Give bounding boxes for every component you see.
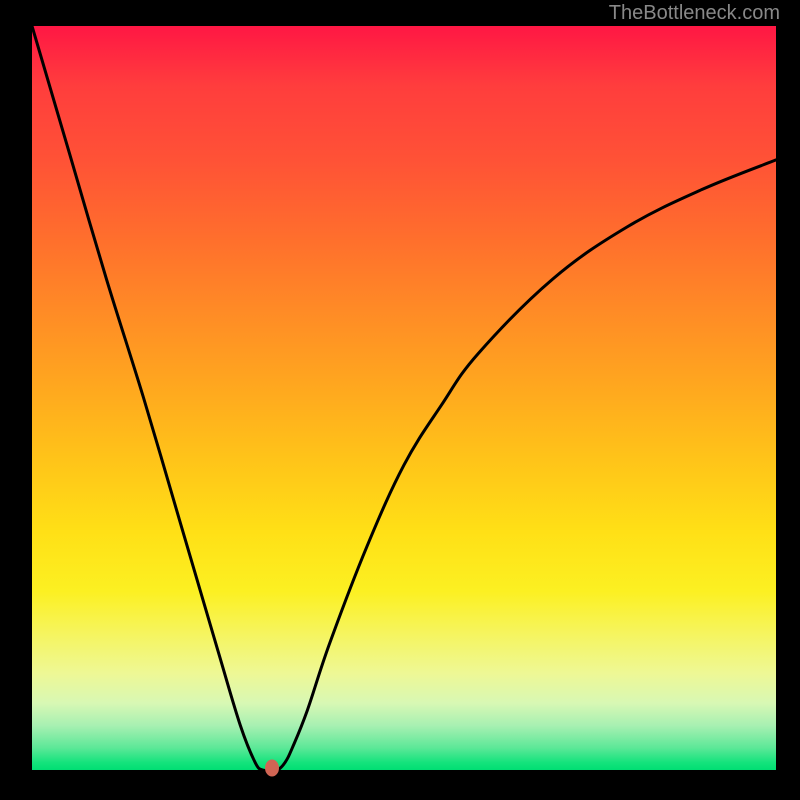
watermark-text: TheBottleneck.com: [609, 2, 780, 25]
bottleneck-curve: [32, 26, 776, 770]
chart-container: TheBottleneck.com: [0, 0, 800, 800]
optimal-point-marker: [265, 759, 279, 776]
plot-area: [32, 26, 776, 770]
